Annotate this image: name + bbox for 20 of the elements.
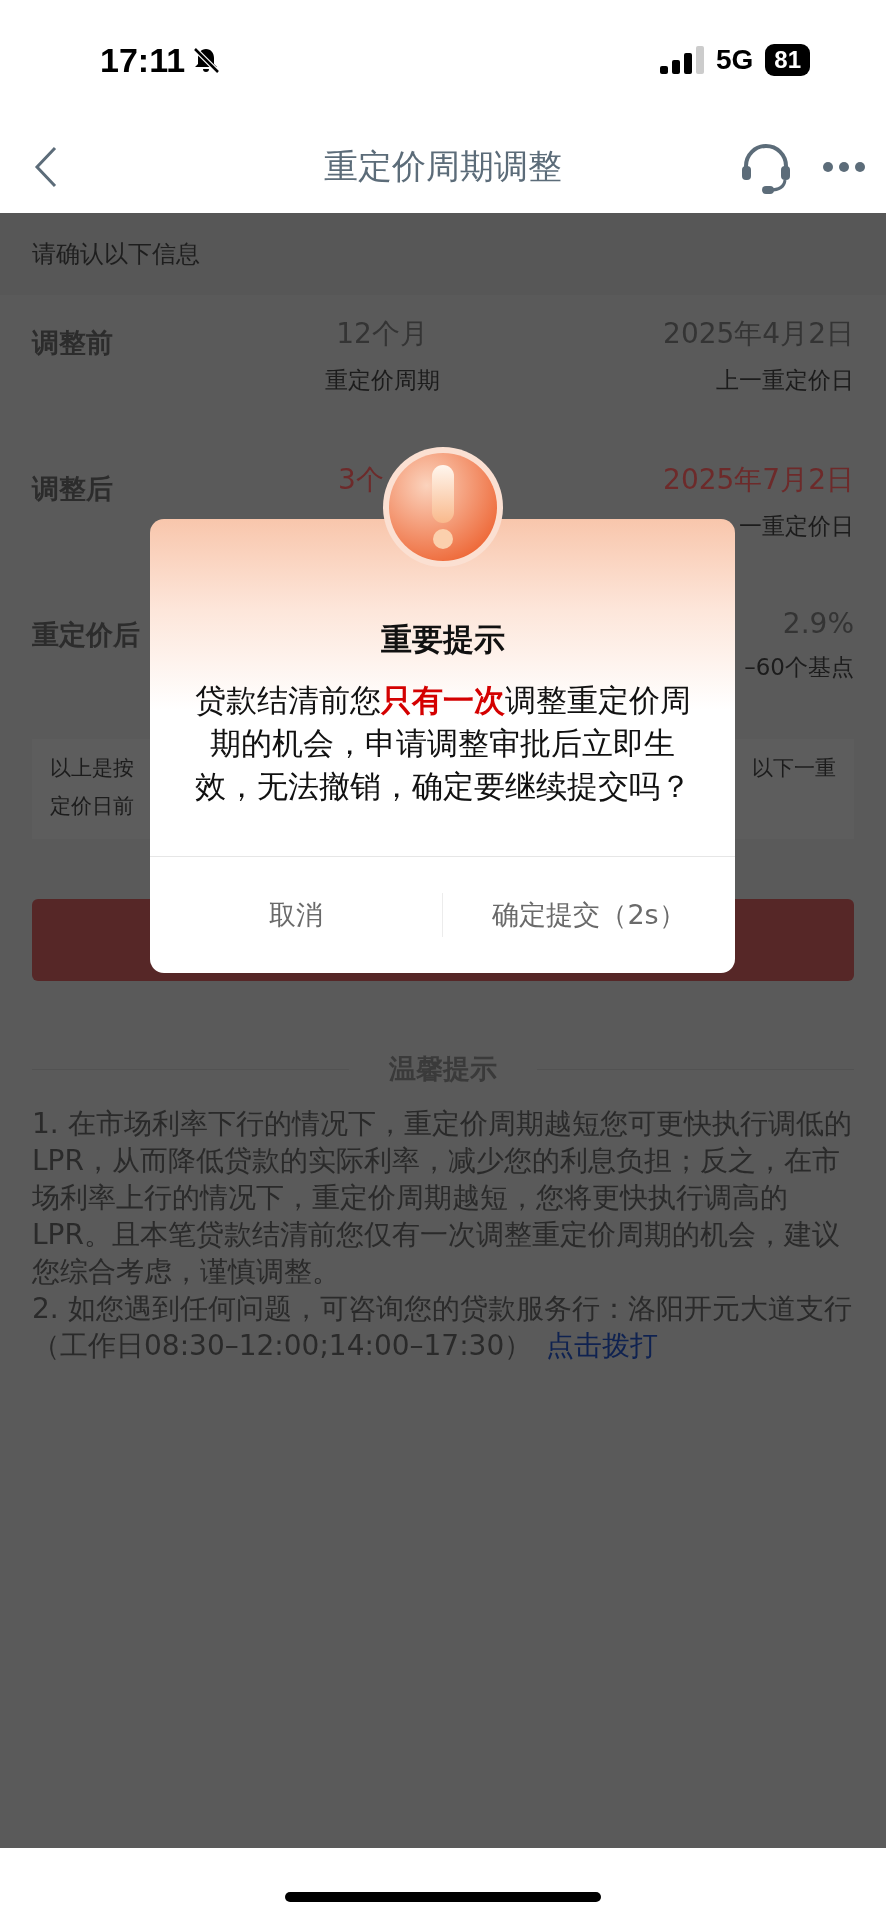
bell-muted-icon: [191, 45, 222, 75]
confirm-hint: 请确认以下信息: [32, 239, 200, 270]
battery-indicator: 81: [765, 44, 810, 76]
signal-icon: [659, 46, 704, 74]
page-title: 重定价周期调整: [324, 145, 562, 186]
period-caption: 重定价周期: [324, 366, 440, 395]
note-text: 以上是按: [50, 755, 134, 782]
dialog-button[interactable]: 取消: [150, 857, 442, 973]
row-caption: 上一重定价日: [716, 366, 854, 395]
dialog-title: 重要提示: [380, 620, 505, 659]
more-icon[interactable]: [822, 160, 866, 173]
dialog-button[interactable]: 确定提交（2s）: [443, 857, 735, 973]
network-label: 5G: [715, 44, 754, 76]
back-icon[interactable]: [34, 144, 58, 189]
row-caption: 一重定价日: [739, 512, 854, 541]
row-caption: –60个基点: [744, 653, 854, 682]
dialog-message: 贷款结清前您只有一次调整重定价周期的机会，申请调整审批后立即生效，无法撤销，确定要继续提交吗？: [193, 681, 692, 806]
note-text: 定价日前: [50, 793, 134, 820]
note-text: 以下一重: [752, 755, 836, 782]
status-time: 17:11: [100, 40, 186, 80]
